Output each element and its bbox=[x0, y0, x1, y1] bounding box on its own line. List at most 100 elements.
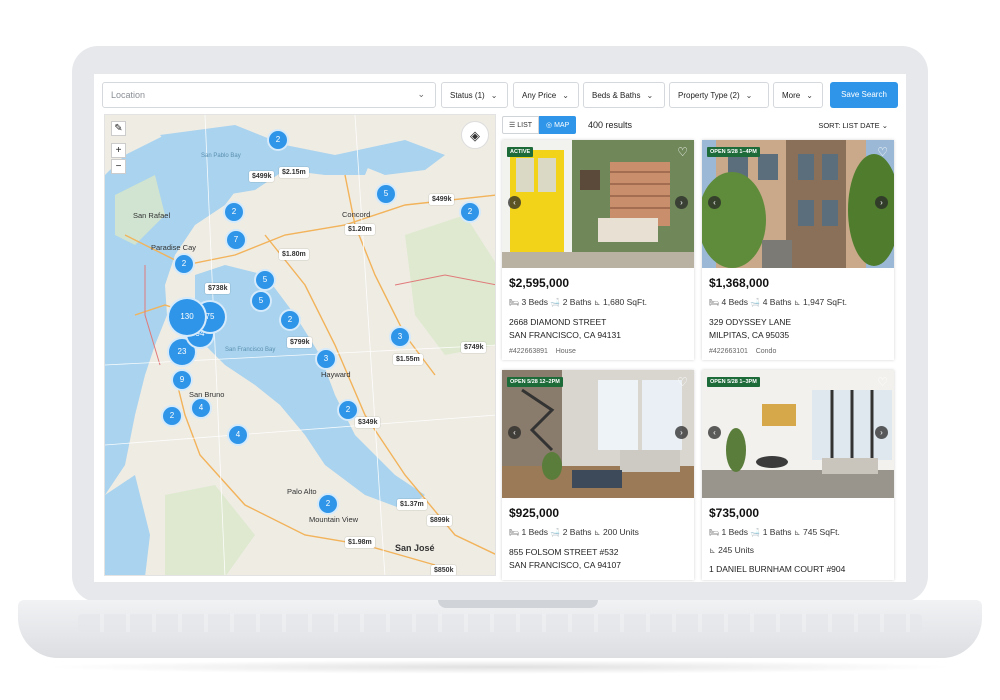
listing-units: 245 Units bbox=[718, 545, 754, 555]
layers-icon[interactable]: ◈ bbox=[461, 121, 489, 149]
listing-mls: #422663891 bbox=[509, 348, 548, 355]
map-cluster-marker[interactable]: 2 bbox=[223, 201, 245, 223]
sort-dropdown[interactable]: SORT: LIST DATE ⌄ bbox=[818, 121, 888, 130]
listing-footer: #422663101 Condo bbox=[709, 348, 776, 355]
map-label-water: San Pablo Bay bbox=[201, 153, 241, 159]
listing-type: Condo bbox=[755, 348, 777, 355]
map-cluster-marker[interactable]: 2 bbox=[459, 201, 481, 223]
bed-icon: 🛏 bbox=[509, 528, 520, 537]
price-filter-label: Any Price bbox=[522, 91, 557, 100]
laptop-base bbox=[18, 600, 982, 658]
map-price-marker[interactable]: $1.55m bbox=[393, 354, 423, 365]
next-photo-icon[interactable]: › bbox=[875, 426, 888, 439]
bath-icon: 🛁 bbox=[550, 528, 561, 537]
map-cluster-marker[interactable]: 5 bbox=[254, 269, 276, 291]
next-photo-icon[interactable]: › bbox=[875, 196, 888, 209]
zoom-out-button[interactable]: − bbox=[111, 159, 126, 174]
map-price-marker[interactable]: $2.15m bbox=[279, 167, 309, 178]
laptop-shadow bbox=[40, 660, 960, 674]
map-view-toggle[interactable]: ◎ MAP bbox=[539, 116, 577, 134]
map-cluster-marker[interactable]: 3 bbox=[315, 348, 337, 370]
map-price-marker[interactable]: $799k bbox=[287, 337, 313, 348]
map-cluster-marker[interactable]: 5 bbox=[250, 290, 272, 312]
favorite-heart-icon[interactable]: ♡ bbox=[677, 145, 688, 159]
map-cluster-marker[interactable]: 2 bbox=[279, 309, 301, 331]
app-screen: Location ⌄ Status (1) ⌄ Any Price ⌄ Beds & … bbox=[94, 74, 906, 582]
map-label-city: San José bbox=[395, 543, 435, 553]
favorite-heart-icon[interactable]: ♡ bbox=[877, 375, 888, 389]
map-price-marker[interactable]: $499k bbox=[249, 171, 275, 182]
map-cluster-marker[interactable]: 2 bbox=[173, 253, 195, 275]
map-cluster-marker[interactable]: 5 bbox=[375, 183, 397, 205]
list-view-toggle[interactable]: ☰ LIST bbox=[502, 116, 540, 134]
map-cluster-marker[interactable]: 2 bbox=[267, 129, 289, 151]
map-cluster-marker[interactable]: 3 bbox=[389, 326, 411, 348]
map-cluster-marker[interactable]: 2 bbox=[317, 493, 339, 515]
map-price-marker[interactable]: $1.80m bbox=[279, 249, 309, 260]
next-photo-icon[interactable]: › bbox=[675, 196, 688, 209]
favorite-heart-icon[interactable]: ♡ bbox=[877, 145, 888, 159]
map-price-marker[interactable]: $899k bbox=[427, 515, 453, 526]
listing-price: $1,368,000 bbox=[709, 276, 770, 290]
map-cluster-marker[interactable]: 7 bbox=[225, 229, 247, 251]
price-filter-button[interactable]: Any Price ⌄ bbox=[513, 82, 579, 108]
map-cluster-marker[interactable]: 2 bbox=[161, 405, 183, 427]
favorite-heart-icon[interactable]: ♡ bbox=[677, 375, 688, 389]
map-price-marker[interactable]: $1.20m bbox=[345, 224, 375, 235]
map-price-marker[interactable]: $738k bbox=[205, 283, 231, 294]
chevron-down-icon: ⌄ bbox=[417, 89, 425, 99]
beds-baths-filter-button[interactable]: Beds & Baths ⌄ bbox=[583, 82, 665, 108]
listing-card[interactable]: OPEN 5/28 1–4PM ♡ ‹ › $1,368,000 🛏 4 Bed… bbox=[702, 140, 894, 360]
prev-photo-icon[interactable]: ‹ bbox=[508, 196, 521, 209]
chevron-down-icon: ⌄ bbox=[881, 121, 888, 130]
map-price-marker[interactable]: $499k bbox=[429, 194, 455, 205]
listing-card[interactable]: ACTIVE ♡ ‹ › $2,595,000 🛏 3 Beds 🛁 2 Bat… bbox=[502, 140, 694, 360]
beds-baths-filter-label: Beds & Baths bbox=[592, 91, 641, 100]
prev-photo-icon[interactable]: ‹ bbox=[508, 426, 521, 439]
save-search-button[interactable]: Save Search bbox=[830, 82, 898, 108]
map-cluster-marker[interactable]: 130 bbox=[167, 297, 207, 337]
next-photo-icon[interactable]: › bbox=[675, 426, 688, 439]
area-icon: ⊾ bbox=[593, 528, 601, 537]
listing-features: 🛏 1 Beds 🛁 2 Baths ⊾ 200 Units bbox=[509, 527, 639, 537]
map-view[interactable]: ✎ + − ◈ San Pablo Bay Concord San Rafael… bbox=[104, 114, 496, 576]
listing-photo[interactable]: OPEN 5/28 1–3PM ♡ ‹ › bbox=[702, 370, 894, 498]
listing-street: 1 DANIEL BURNHAM COURT #904 bbox=[709, 564, 846, 574]
listing-street: 329 ODYSSEY LANE bbox=[709, 317, 792, 327]
map-cluster-marker[interactable]: 4 bbox=[227, 424, 249, 446]
more-filter-button[interactable]: More ⌄ bbox=[773, 82, 823, 108]
listing-street: 2668 DIAMOND STREET bbox=[509, 317, 607, 327]
map-price-marker[interactable]: $1.37m bbox=[397, 499, 427, 510]
listing-photo[interactable]: OPEN 5/28 1–4PM ♡ ‹ › bbox=[702, 140, 894, 268]
location-input[interactable]: Location ⌄ bbox=[102, 82, 436, 108]
listing-photo[interactable]: ACTIVE ♡ ‹ › bbox=[502, 140, 694, 268]
map-price-marker[interactable]: $850k bbox=[431, 565, 457, 575]
map-label-water: San Francisco Bay bbox=[225, 347, 276, 353]
filter-bar: Location ⌄ Status (1) ⌄ Any Price ⌄ Beds & … bbox=[102, 82, 898, 108]
prev-photo-icon[interactable]: ‹ bbox=[708, 196, 721, 209]
listing-card[interactable]: OPEN 5/28 1–3PM ♡ ‹ › $735,000 🛏 1 Beds … bbox=[702, 370, 894, 580]
area-icon: ⊾ bbox=[593, 298, 601, 307]
area-icon: ⊾ bbox=[709, 546, 716, 555]
map-price-marker[interactable]: $749k bbox=[461, 342, 487, 353]
chevron-down-icon: ⌄ bbox=[646, 91, 654, 100]
status-filter-button[interactable]: Status (1) ⌄ bbox=[441, 82, 508, 108]
map-price-marker[interactable]: $1.98m bbox=[345, 537, 375, 548]
map-cluster-marker[interactable]: 4 bbox=[190, 397, 212, 419]
map-price-marker[interactable]: $349k bbox=[355, 417, 381, 428]
property-type-filter-button[interactable]: Property Type (2) ⌄ bbox=[669, 82, 769, 108]
listing-street: 855 FOLSOM STREET #532 bbox=[509, 547, 619, 557]
bed-icon: 🛏 bbox=[709, 298, 720, 307]
map-pin-icon: ◎ bbox=[546, 122, 555, 129]
bath-icon: 🛁 bbox=[550, 298, 561, 307]
draw-tool-icon[interactable]: ✎ bbox=[111, 121, 126, 136]
prev-photo-icon[interactable]: ‹ bbox=[708, 426, 721, 439]
zoom-in-button[interactable]: + bbox=[111, 143, 126, 158]
listing-photo[interactable]: OPEN 5/28 12–2PM ♡ ‹ › bbox=[502, 370, 694, 498]
listing-card[interactable]: OPEN 5/28 12–2PM ♡ ‹ › $925,000 🛏 1 Beds… bbox=[502, 370, 694, 580]
listing-baths: 2 Baths bbox=[562, 527, 592, 537]
listing-size: 1,947 SqFt. bbox=[803, 297, 847, 307]
listing-photo-image bbox=[502, 370, 694, 498]
bed-icon: 🛏 bbox=[709, 528, 720, 537]
map-cluster-marker[interactable]: 9 bbox=[171, 369, 193, 391]
